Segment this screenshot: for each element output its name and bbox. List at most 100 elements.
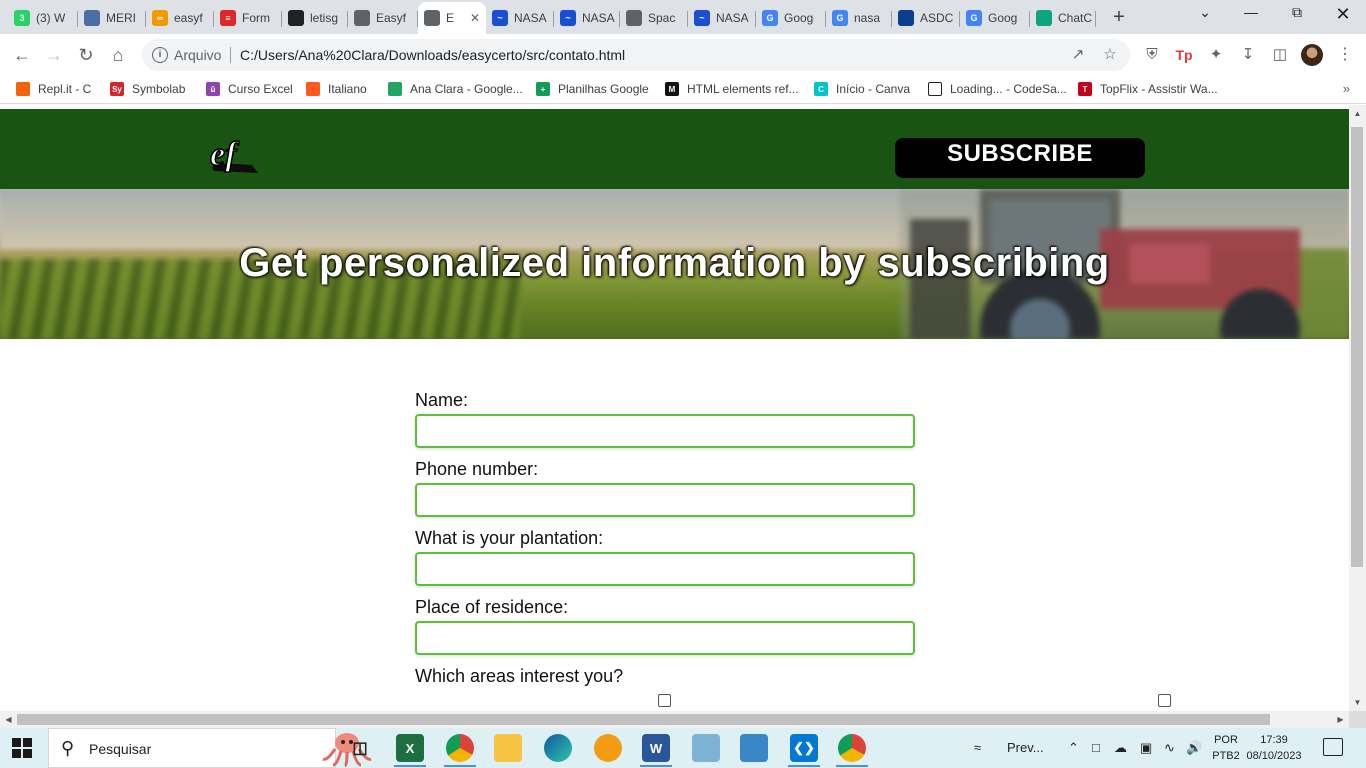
menu-kebab-icon[interactable]: ⋮ bbox=[1334, 44, 1356, 66]
task-view-icon[interactable]: ◫ bbox=[346, 734, 374, 762]
app-window-icon[interactable] bbox=[692, 734, 720, 762]
scroll-left-arrow-icon[interactable]: ◀ bbox=[0, 711, 17, 728]
vertical-scroll-thumb[interactable] bbox=[1351, 127, 1363, 567]
extensions-puzzle-icon[interactable]: ✦ bbox=[1205, 44, 1227, 66]
horizontal-scroll-thumb[interactable] bbox=[17, 714, 1270, 725]
subscribe-button[interactable]: SUBSCRIBE bbox=[895, 138, 1145, 178]
scroll-up-arrow-icon[interactable]: ▲ bbox=[1349, 105, 1366, 122]
more-bookmarks-chevron-icon[interactable]: » bbox=[1343, 81, 1350, 96]
tab[interactable]: E ✕ bbox=[418, 2, 486, 34]
chrome-icon[interactable] bbox=[446, 734, 474, 762]
windows-start-icon[interactable] bbox=[12, 738, 32, 758]
tab[interactable]: ASDC bbox=[892, 4, 960, 32]
tab[interactable]: Easyf bbox=[348, 4, 418, 32]
input-language-indicator[interactable]: POR PTB2 bbox=[1210, 732, 1242, 764]
tab[interactable]: G Goog bbox=[756, 4, 826, 32]
name-input[interactable] bbox=[415, 414, 915, 448]
tab[interactable]: ChatC bbox=[1030, 4, 1096, 32]
bookmark-item[interactable]: û Curso Excel bbox=[206, 82, 293, 96]
network-device-icon[interactable]: ▣ bbox=[1140, 740, 1152, 756]
download-icon[interactable]: ↧ bbox=[1237, 44, 1259, 66]
replit-icon bbox=[16, 82, 30, 96]
horizontal-scrollbar[interactable]: ◀ ▶ bbox=[0, 711, 1349, 728]
browser-app-icon[interactable] bbox=[594, 734, 622, 762]
bookmark-item[interactable]: + Planilhas Google bbox=[536, 82, 649, 96]
tab[interactable]: Gnasa bbox=[826, 4, 892, 32]
forward-button[interactable]: → bbox=[42, 43, 66, 67]
easyfarm-logo[interactable]: ef bbox=[208, 127, 264, 175]
close-window-button[interactable]: ✕ bbox=[1330, 4, 1356, 26]
tab[interactable]: G Goog bbox=[960, 4, 1030, 32]
wifi-icon[interactable]: ∿ bbox=[1164, 740, 1175, 756]
reload-button[interactable]: ↻ bbox=[74, 43, 98, 67]
word-running-indicator bbox=[640, 765, 672, 767]
tab-label: Goog bbox=[988, 11, 1018, 25]
chrome-profile-icon[interactable] bbox=[838, 734, 866, 762]
tab-search-chevron-icon[interactable]: ⌄ bbox=[1192, 4, 1218, 26]
scroll-down-arrow-icon[interactable]: ▼ bbox=[1349, 694, 1366, 711]
interest-checkbox[interactable] bbox=[658, 694, 671, 707]
restore-button[interactable]: ⧉ bbox=[1284, 4, 1310, 26]
phone-input[interactable] bbox=[415, 483, 915, 517]
hero-title: Get personalized information by subscrib… bbox=[239, 241, 1110, 285]
clock-date: 08/10/2023 bbox=[1246, 750, 1302, 762]
photos-icon[interactable] bbox=[740, 734, 768, 762]
tab[interactable]: ∞ easyf bbox=[146, 4, 214, 32]
tab[interactable]: letisg bbox=[282, 4, 348, 32]
excel-icon[interactable]: X bbox=[396, 734, 424, 762]
vscode-icon[interactable]: ❮❯ bbox=[790, 734, 818, 762]
notification-center-icon[interactable] bbox=[1323, 738, 1343, 756]
bookmark-item[interactable]: Repl.it - C bbox=[16, 82, 91, 96]
tab[interactable]: ~ NASA bbox=[554, 4, 620, 32]
new-tab-button[interactable]: + bbox=[1108, 6, 1130, 28]
bookmark-item[interactable]: Ana Clara - Google... bbox=[388, 82, 523, 96]
side-panel-icon[interactable]: ◫ bbox=[1269, 44, 1291, 66]
back-button[interactable]: ← bbox=[10, 43, 34, 67]
info-icon[interactable]: i bbox=[152, 47, 168, 63]
residence-input[interactable] bbox=[415, 621, 915, 655]
tab[interactable]: ~ NASA bbox=[486, 4, 554, 32]
plantation-input[interactable] bbox=[415, 552, 915, 586]
canva-icon: C bbox=[814, 82, 828, 96]
tab[interactable]: MERI bbox=[78, 4, 146, 32]
volume-icon[interactable]: 🔊 bbox=[1186, 740, 1202, 756]
tab[interactable]: ~ NASA bbox=[688, 4, 756, 32]
bookmark-item[interactable]: Sy Symbolab bbox=[110, 82, 185, 96]
tab[interactable]: Spac bbox=[620, 4, 688, 32]
bookmark-item[interactable]: Loading... - CodeSa... bbox=[928, 82, 1067, 96]
edge-icon[interactable] bbox=[544, 734, 572, 762]
close-tab-icon[interactable]: ✕ bbox=[470, 11, 480, 25]
address-bar[interactable]: i Arquivo C:/Users/Ana%20Clara/Downloads… bbox=[142, 39, 1130, 71]
minimize-button[interactable]: — bbox=[1238, 4, 1264, 26]
file-explorer-icon[interactable] bbox=[494, 734, 522, 762]
scroll-right-arrow-icon[interactable]: ▶ bbox=[1332, 711, 1349, 728]
bookmark-item[interactable]: C Início - Canva bbox=[814, 82, 910, 96]
word-icon[interactable]: W bbox=[642, 734, 670, 762]
tp-extension-icon[interactable]: Tp bbox=[1173, 44, 1195, 66]
bookmark-item[interactable]: Italiano bbox=[306, 82, 367, 96]
bookmark-item[interactable]: M HTML elements ref... bbox=[665, 82, 799, 96]
weather-wind-icon[interactable]: ≈ bbox=[974, 740, 981, 755]
tab[interactable]: 3 (3) W bbox=[8, 4, 78, 32]
translate-icon: G bbox=[762, 10, 778, 26]
meet-icon[interactable]: □ bbox=[1092, 740, 1100, 755]
share-icon[interactable]: ↗ bbox=[1068, 45, 1088, 65]
tab[interactable]: ≡ Form bbox=[214, 4, 282, 32]
whatsapp-icon: 3 bbox=[14, 10, 30, 26]
home-button[interactable]: ⌂ bbox=[106, 43, 130, 67]
bookmark-item[interactable]: T TopFlix - Assistir Wa... bbox=[1078, 82, 1218, 96]
shield-extension-icon[interactable]: ⛨ bbox=[1141, 44, 1163, 66]
vertical-scrollbar[interactable]: ▲ ▼ bbox=[1349, 105, 1366, 711]
bookmark-star-icon[interactable]: ☆ bbox=[1100, 45, 1120, 65]
system-clock[interactable]: 17:39 08/10/2023 bbox=[1244, 732, 1304, 764]
tray-overflow-chevron-icon[interactable]: ⌃ bbox=[1068, 740, 1079, 756]
address-url[interactable]: C:/Users/Ana%20Clara/Downloads/easycerto… bbox=[240, 47, 625, 63]
tab-label: NASA bbox=[716, 11, 749, 25]
search-icon: ⚲ bbox=[61, 738, 75, 758]
bookmark-label: TopFlix - Assistir Wa... bbox=[1100, 82, 1218, 96]
weather-label[interactable]: Prev... bbox=[1007, 740, 1044, 755]
interest-checkbox[interactable] bbox=[1158, 694, 1171, 707]
taskbar-search[interactable]: ⚲ Pesquisar bbox=[48, 728, 372, 768]
onedrive-cloud-icon[interactable]: ☁ bbox=[1114, 740, 1127, 756]
profile-avatar[interactable] bbox=[1301, 44, 1323, 66]
